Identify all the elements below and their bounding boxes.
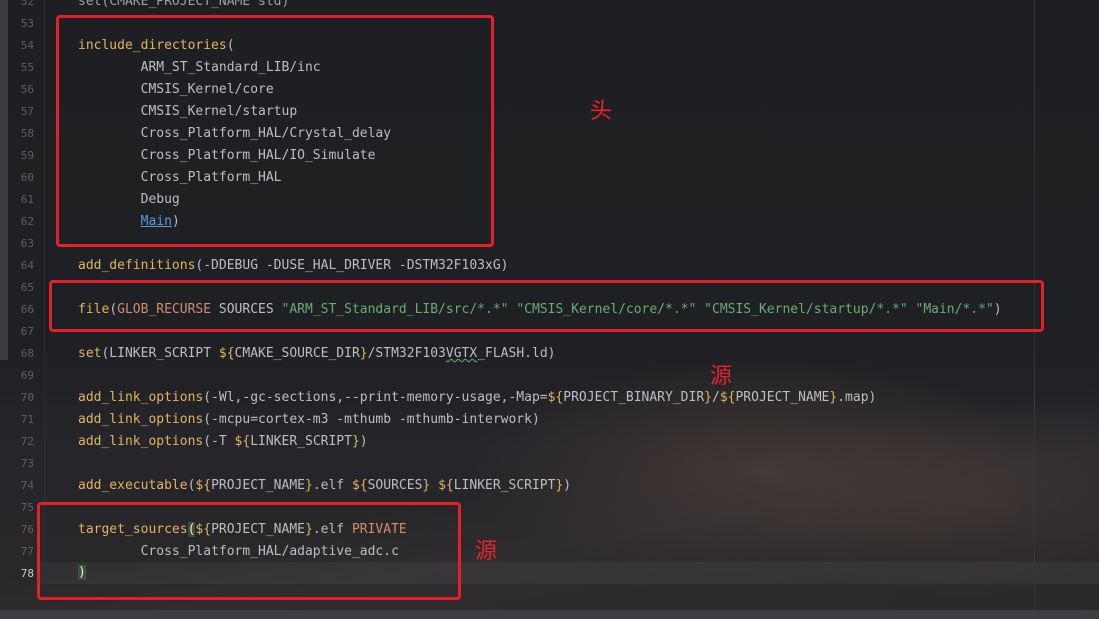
line-number[interactable]: 63 [0,233,34,255]
code-line-64[interactable]: add_definitions(-DDEBUG -DUSE_HAL_DRIVER… [78,255,508,277]
line-number[interactable]: 77 [0,541,34,563]
var-open: ${ [719,390,736,405]
line-number[interactable]: 56 [0,79,34,101]
code-line-71[interactable]: add_link_options(-mcpu=cortex-m3 -mthumb… [78,409,540,431]
line-number[interactable]: 78 [0,563,34,585]
var-close: } [704,390,712,405]
line-number[interactable]: 66 [0,299,34,321]
var-name: PROJECT_NAME [735,390,830,405]
punct: ) [563,478,572,493]
annotation-box-sources-glob [49,280,1044,332]
line-number[interactable]: 62 [0,211,34,233]
annotation-note-source: 源 [710,364,733,389]
args: /STM32F103 [367,346,446,361]
var-name: LINKER_SCRIPT [453,478,556,493]
line-number[interactable]: 55 [0,57,34,79]
args: .map) [837,390,877,405]
var-close: } [351,434,360,449]
var-name: SOURCES [367,478,423,493]
var-open: ${ [438,478,454,493]
code-line-72[interactable]: add_link_options(-T ${LINKER_SCRIPT}) [78,431,368,453]
line-text: set(CMAKE_PROJECT_NAME std) [78,0,290,9]
line-number[interactable]: 75 [0,497,34,519]
line-number[interactable]: 58 [0,123,34,145]
args: (LINKER_SCRIPT [101,346,219,361]
line-number[interactable]: 76 [0,519,34,541]
args: (-DDEBUG -DUSE_HAL_DRIVER -DSTM32F103xG) [195,258,509,273]
code-line-70[interactable]: add_link_options(-Wl,-gc-sections,--prin… [78,387,876,409]
line-number[interactable]: 69 [0,365,34,387]
var-open: ${ [547,390,564,405]
function-name: add_link_options [78,412,204,427]
line-number[interactable]: 59 [0,145,34,167]
var-name: CMAKE_SOURCE_DIR [234,346,360,361]
var-name: PROJECT_BINARY_DIR [563,390,705,405]
function-name: add_link_options [78,390,204,405]
line-number[interactable]: 73 [0,453,34,475]
var-close: } [359,346,368,361]
code-line-74[interactable]: add_executable(${PROJECT_NAME}.elf ${SOU… [78,475,571,497]
var-open: ${ [234,434,251,449]
var-open: ${ [218,346,235,361]
line-number[interactable]: 54 [0,35,34,57]
annotation-note-source: 源 [475,539,498,564]
line-number-gutter: 52 53 54 55 56 57 58 59 60 61 62 63 64 65 66 67 68 69 70 71… [0,0,40,619]
line-number[interactable]: 52 [0,0,34,13]
annotation-box-target-sources [37,502,461,600]
annotation-note-header: 头 [590,99,613,124]
line-number[interactable]: 68 [0,343,34,365]
line-number[interactable]: 64 [0,255,34,277]
typo-squiggle: VGTX [445,346,478,361]
code-line-52[interactable]: set(CMAKE_PROJECT_NAME std) [78,0,289,13]
args: (-T [203,434,235,449]
annotation-box-headers [56,15,494,247]
function-name: add_link_options [78,434,204,449]
line-number[interactable]: 65 [0,277,34,299]
var-close: } [304,478,313,493]
args: (-Wl,-gc-sections,--print-memory-usage,-… [203,390,548,405]
function-name: set [78,346,102,361]
line-number[interactable]: 71 [0,409,34,431]
var-open: ${ [195,478,212,493]
line-number[interactable]: 61 [0,189,34,211]
line-number[interactable]: 53 [0,13,34,35]
horizontal-scrollbar[interactable] [0,610,1099,619]
line-number[interactable]: 60 [0,167,34,189]
args: / [711,390,720,405]
line-number[interactable]: 70 [0,387,34,409]
punct: ) [359,434,368,449]
line-number[interactable]: 72 [0,431,34,453]
args: _FLASH.ld) [477,346,556,361]
function-name: add_definitions [78,258,196,273]
line-number[interactable]: 57 [0,101,34,123]
var-open: ${ [351,478,368,493]
code-line-68[interactable]: set(LINKER_SCRIPT ${CMAKE_SOURCE_DIR}/ST… [78,343,555,365]
var-name: PROJECT_NAME [211,478,305,493]
args: (-mcpu=cortex-m3 -mthumb -mthumb-interwo… [203,412,540,427]
var-name: LINKER_SCRIPT [250,434,352,449]
line-number[interactable]: 74 [0,475,34,497]
function-name: add_executable [78,478,188,493]
args: .elf [312,478,352,493]
line-number[interactable]: 67 [0,321,34,343]
code-editor[interactable]: 52 53 54 55 56 57 58 59 60 61 62 63 64 65 66 67 68 69 70 71… [0,0,1099,619]
